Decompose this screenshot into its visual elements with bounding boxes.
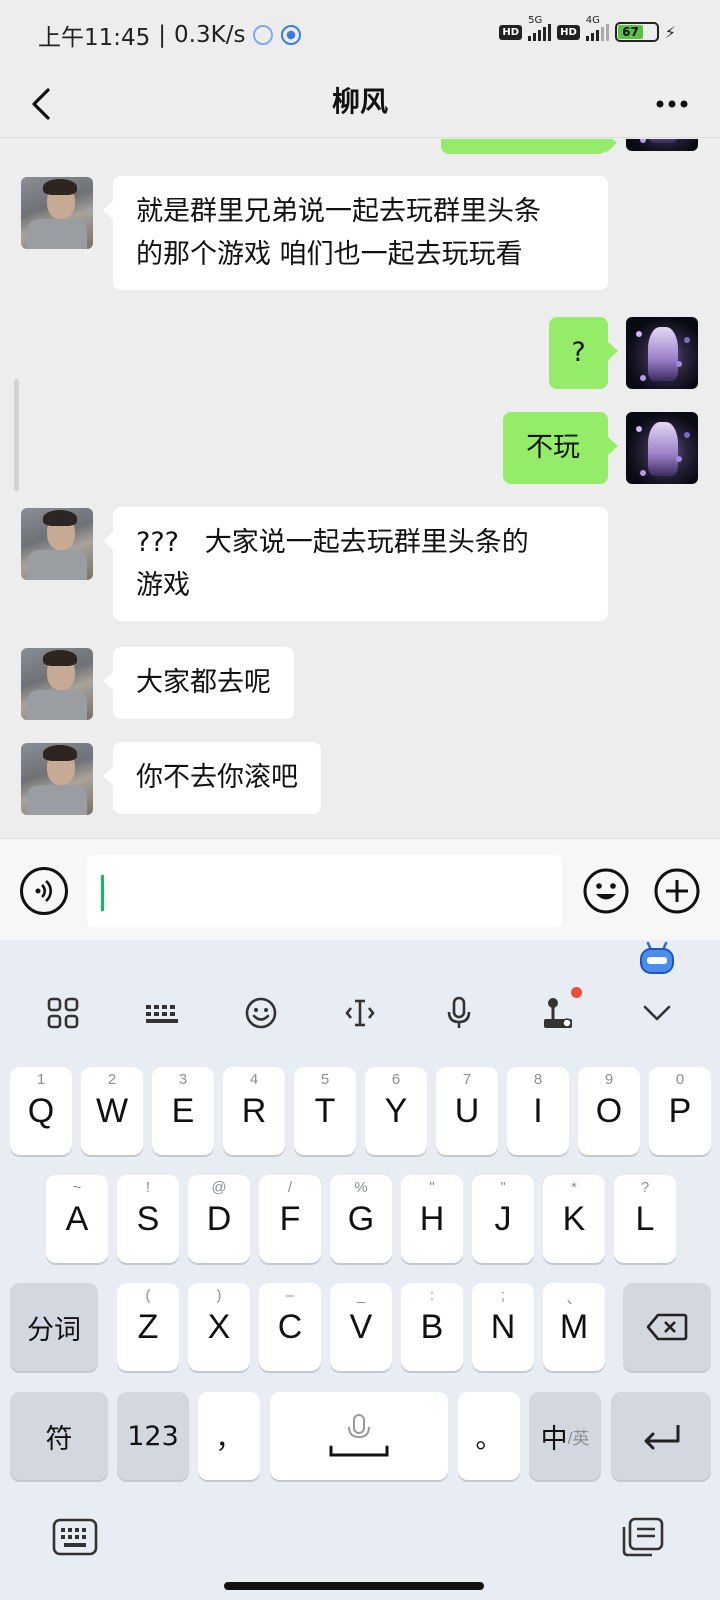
keyboard-icon[interactable] [142, 993, 182, 1033]
app-notification-icon [281, 25, 302, 45]
contact-avatar[interactable] [21, 508, 93, 580]
message-bubble-received[interactable]: 大家都去呢 [103, 647, 294, 719]
contact-avatar[interactable] [21, 743, 93, 815]
key-a[interactable]: ~ A [46, 1175, 108, 1263]
message-text: ? [571, 337, 586, 368]
key-p[interactable]: 0P [649, 1067, 711, 1155]
home-indicator[interactable] [224, 1582, 484, 1590]
key-t[interactable]: 5T [294, 1067, 356, 1155]
contact-avatar[interactable] [21, 648, 93, 720]
my-avatar[interactable] [626, 317, 698, 389]
mic-icon[interactable] [439, 993, 479, 1033]
my-avatar[interactable] [626, 139, 698, 151]
backspace-icon [646, 1313, 688, 1341]
key-m[interactable]: 、 M [543, 1283, 605, 1371]
key-v[interactable]: _ V [330, 1283, 392, 1371]
clipboard-icon[interactable] [620, 1517, 666, 1557]
status-separator: | [158, 22, 167, 48]
key-d[interactable]: @ D [188, 1175, 250, 1263]
charging-icon: ⚡ [664, 22, 676, 42]
voice-icon[interactable] [20, 867, 68, 915]
more-dots-icon[interactable] [652, 84, 692, 124]
key-y[interactable]: 6Y [365, 1067, 427, 1155]
keyboard: 1Q 2W 3E 4R 5T 6Y 7U 8I 9O 0P ~ A ! S @ D /… [0, 941, 720, 1600]
message-text: 不玩 [526, 432, 580, 463]
key-o[interactable]: 9O [578, 1067, 640, 1155]
status-right: HD 5G HD 4G 67 ⚡ [499, 15, 676, 42]
grid-icon[interactable] [43, 993, 83, 1033]
hd-badge: HD [499, 24, 523, 40]
keyboard-switch-icon[interactable] [52, 1517, 98, 1557]
key-u[interactable]: 7U [436, 1067, 498, 1155]
comma-key[interactable]: ， [198, 1392, 260, 1480]
key-g[interactable]: % G [330, 1175, 392, 1263]
battery-icon: 67 [614, 22, 659, 42]
key-k[interactable]: * K [543, 1175, 605, 1263]
language-switch-key[interactable]: 中/英 [529, 1392, 601, 1480]
cursor-icon[interactable] [340, 993, 380, 1033]
key-q[interactable]: 1Q [10, 1067, 72, 1155]
scroll-indicator[interactable] [14, 379, 19, 491]
message-bubble-previous[interactable] [441, 139, 617, 154]
battery-level: 67 [617, 25, 644, 39]
message-text: 就是群里兄弟说一起去玩群里头条 [136, 196, 541, 227]
key-s[interactable]: ! S [117, 1175, 179, 1263]
message-text: ??? 大家说一起去玩群里头条的 [136, 527, 529, 558]
my-avatar[interactable] [626, 412, 698, 484]
key-f[interactable]: / F [259, 1175, 321, 1263]
message-bubble-received[interactable]: 你不去你滚吧 [103, 742, 321, 814]
enter-key[interactable] [611, 1392, 711, 1480]
plus-icon[interactable] [653, 867, 701, 915]
notification-icon [253, 25, 274, 45]
chat-messages[interactable]: 就是群里兄弟说一起去玩群里头条 的那个游戏 咱们也一起去玩玩看 ? 不玩 ???… [0, 139, 720, 839]
period-key[interactable]: 。 [458, 1392, 520, 1480]
status-time: 上午11:45 [38, 25, 151, 51]
chat-title: 柳风 [331, 85, 388, 118]
backspace-key[interactable] [623, 1283, 711, 1371]
message-text: 的那个游戏 咱们也一起去玩玩看 [136, 239, 523, 270]
message-text: 你不去你滚吧 [136, 762, 298, 793]
key-r[interactable]: 4R [223, 1067, 285, 1155]
hd-badge-2: HD [557, 24, 580, 40]
key-h[interactable]: " H [401, 1175, 463, 1263]
notification-dot [571, 987, 582, 998]
message-text: 游戏 [136, 570, 190, 601]
keyboard-mascot-icon[interactable] [638, 941, 676, 975]
key-j[interactable]: " J [472, 1175, 534, 1263]
chevron-down-icon[interactable] [637, 993, 677, 1033]
joystick-icon[interactable] [538, 987, 582, 1033]
contact-avatar[interactable] [21, 177, 93, 249]
text-cursor [101, 875, 104, 911]
enter-icon [644, 1425, 680, 1450]
number-key[interactable]: 123 [117, 1392, 189, 1480]
key-w[interactable]: 2W [81, 1067, 143, 1155]
status-speed: 0.3K/s [174, 22, 246, 48]
key-l[interactable]: ? L [614, 1175, 676, 1263]
symbol-key[interactable]: 符 [10, 1392, 108, 1480]
key-b[interactable]: :B [401, 1283, 463, 1371]
key-c[interactable]: – C [259, 1283, 321, 1371]
status-left: 上午11:45 | 0.3K/s [38, 18, 302, 52]
signal-5g-icon: 5G [528, 15, 552, 41]
space-mic-icon [329, 1414, 389, 1457]
message-bubble-received[interactable]: 就是群里兄弟说一起去玩群里头条 的那个游戏 咱们也一起去玩玩看 [103, 176, 608, 290]
chat-header: 柳风 [0, 70, 720, 138]
key-z[interactable]: (Z [117, 1283, 179, 1371]
message-bubble-received[interactable]: ??? 大家说一起去玩群里头条的 游戏 [103, 507, 608, 621]
key-e[interactable]: 3E [152, 1067, 214, 1155]
message-bubble-sent[interactable]: ? [549, 317, 618, 389]
message-input[interactable] [87, 855, 562, 927]
status-bar: 上午11:45 | 0.3K/s HD 5G HD 4G 67 ⚡ [0, 0, 720, 70]
space-key[interactable] [270, 1392, 448, 1480]
emoji-icon[interactable] [241, 993, 281, 1033]
message-text: 大家都去呢 [136, 667, 271, 698]
key-i[interactable]: 8I [507, 1067, 569, 1155]
key-n[interactable]: ; N [472, 1283, 534, 1371]
message-bubble-sent[interactable]: 不玩 [503, 412, 618, 484]
message-input-bar [0, 838, 720, 940]
key-x[interactable]: ) X [188, 1283, 250, 1371]
signal-4g-icon: 4G [585, 15, 609, 41]
segment-key[interactable]: 分词 [10, 1283, 98, 1371]
emoji-icon[interactable] [582, 867, 630, 915]
